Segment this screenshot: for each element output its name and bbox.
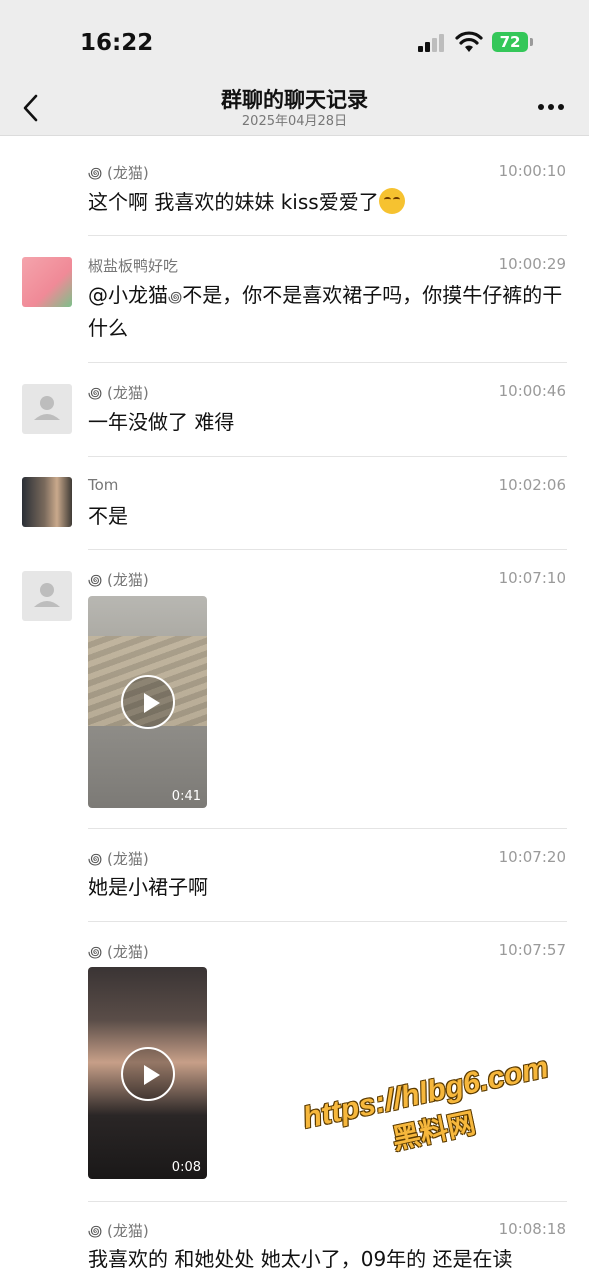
list-item: ꩜ (龙猫) 10:00:46 一年没做了 难得 (0, 363, 589, 457)
page-date: 2025年04月28日 (241, 114, 348, 129)
message-time: 10:07:57 (498, 941, 566, 959)
sender-name: Tom (88, 476, 119, 494)
message-text: 我喜欢的 和她处处 她太小了，09年的 还是在读 (88, 1247, 513, 1271)
video-thumbnail[interactable]: 0:41 (88, 596, 207, 808)
message-time: 10:07:10 (498, 569, 566, 587)
message-time: 10:02:06 (498, 476, 566, 494)
cellular-signal-icon (418, 34, 446, 52)
default-person-icon (34, 396, 60, 420)
avatar[interactable] (22, 257, 72, 307)
message-time: 10:07:20 (498, 848, 566, 866)
spiral-emoji-icon: ꩜ (88, 571, 103, 589)
avatar[interactable] (22, 477, 72, 527)
nav-bar: 群聊的聊天记录 2025年04月28日 (0, 84, 589, 136)
sender-name: ꩜ (龙猫) (88, 384, 149, 402)
spiral-emoji-icon: ꩜ (168, 288, 183, 306)
message-time: 10:00:10 (498, 162, 566, 180)
message-text: 这个啊 我喜欢的妹妹 kiss爱爱了 (88, 187, 566, 218)
smiling-face-emoji-icon (378, 188, 405, 214)
battery-tip (530, 38, 533, 46)
battery-indicator: 72 (492, 32, 528, 52)
message-time: 10:00:46 (498, 382, 566, 400)
sender-name: 椒盐板鸭好吃 (88, 257, 179, 275)
list-item: Tom 10:02:06 不是 (0, 457, 589, 550)
play-icon[interactable] (121, 1047, 175, 1101)
status-bar: 16:22 72 (0, 0, 589, 84)
message-text: 不是 (88, 504, 128, 528)
sender-name: ꩜ (龙猫) (88, 850, 149, 868)
sender-name: ꩜ (龙猫) (88, 1222, 149, 1240)
list-item: ꩜ (龙猫) 10:07:20 她是小裙子啊 (0, 829, 589, 922)
sender-name: ꩜ (龙猫) (88, 943, 149, 961)
message-text: 一年没做了 难得 (88, 410, 235, 434)
wifi-icon (455, 31, 483, 52)
spiral-emoji-icon: ꩜ (88, 943, 103, 961)
status-time: 16:22 (80, 30, 154, 56)
sender-name: ꩜ (龙猫) (88, 164, 149, 182)
message-time: 10:00:29 (498, 255, 566, 273)
default-person-icon (34, 583, 60, 607)
list-item: ꩜ (龙猫) 10:08:18 我喜欢的 和她处处 她太小了，09年的 还是在读 (0, 1202, 589, 1280)
more-dots-icon[interactable] (532, 94, 568, 124)
spiral-emoji-icon: ꩜ (88, 164, 103, 182)
list-item: ꩜ (龙猫) 10:00:10 这个啊 我喜欢的妹妹 kiss爱爱了 (0, 137, 589, 236)
play-icon[interactable] (121, 675, 175, 729)
message-text: 她是小裙子啊 (88, 875, 208, 899)
sender-name: ꩜ (龙猫) (88, 571, 149, 589)
spiral-emoji-icon: ꩜ (88, 850, 103, 868)
spiral-emoji-icon: ꩜ (88, 384, 103, 402)
list-item: ꩜ (龙猫) 10:07:10 0:41 (0, 550, 589, 829)
message-text: @小龙猫꩜不是，你不是喜欢裙子吗，你摸牛仔裤的干什么 (88, 283, 563, 340)
video-duration: 0:08 (171, 1160, 201, 1175)
spiral-emoji-icon: ꩜ (88, 1222, 103, 1240)
avatar[interactable] (22, 384, 72, 434)
video-thumbnail[interactable]: 0:08 (88, 967, 207, 1179)
video-duration: 0:41 (171, 789, 201, 804)
list-item: 椒盐板鸭好吃 10:00:29 @小龙猫꩜不是，你不是喜欢裙子吗，你摸牛仔裤的干… (0, 236, 589, 363)
avatar[interactable] (22, 571, 72, 621)
message-time: 10:08:18 (498, 1220, 566, 1238)
